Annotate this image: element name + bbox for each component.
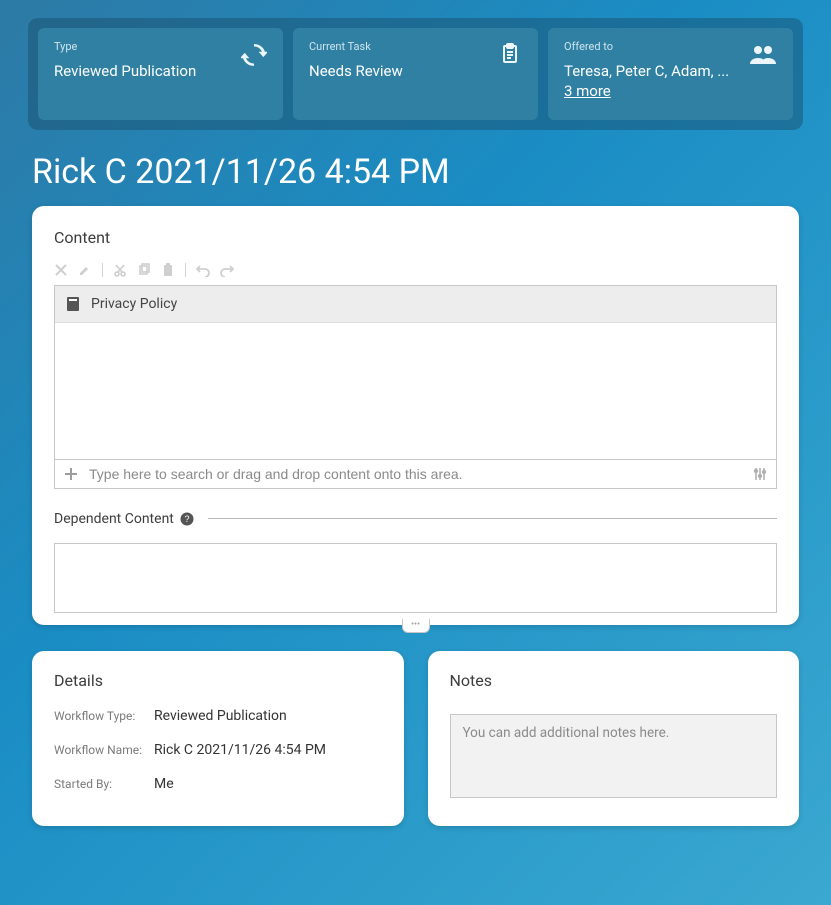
dependent-label: Dependent Content xyxy=(54,511,174,527)
filter-icon[interactable] xyxy=(752,466,768,482)
header-task-value: Needs Review xyxy=(309,61,490,81)
notes-textarea[interactable] xyxy=(450,714,778,798)
undo-icon[interactable] xyxy=(196,263,210,277)
cut-icon[interactable] xyxy=(113,263,127,277)
users-icon xyxy=(749,42,777,102)
detail-label: Started By: xyxy=(54,777,154,791)
document-icon xyxy=(65,296,81,312)
header-task-label: Current Task xyxy=(309,40,490,53)
page-title: Rick C 2021/11/26 4:54 PM xyxy=(32,152,799,192)
paste-icon[interactable] xyxy=(161,263,175,277)
detail-value: Rick C 2021/11/26 4:54 PM xyxy=(154,742,326,758)
offered-more-link[interactable]: 3 more xyxy=(564,82,611,100)
detail-row: Workflow Name: Rick C 2021/11/26 4:54 PM xyxy=(54,742,382,758)
detail-row: Started By: Me xyxy=(54,776,382,792)
details-title: Details xyxy=(54,671,382,690)
header-type-label: Type xyxy=(54,40,233,53)
header-card-type[interactable]: Type Reviewed Publication xyxy=(38,28,283,120)
offered-names: Teresa, Peter C, Adam, ... xyxy=(564,62,729,80)
help-icon[interactable]: ? xyxy=(180,512,194,526)
dependent-content-box[interactable] xyxy=(54,543,777,613)
detail-label: Workflow Type: xyxy=(54,709,154,723)
content-empty-body[interactable] xyxy=(55,323,776,459)
notes-panel: Notes xyxy=(428,651,800,826)
header-offered-value: Teresa, Peter C, Adam, ... 3 more xyxy=(564,61,741,102)
toolbar-separator xyxy=(185,263,186,277)
header-card-task[interactable]: Current Task Needs Review xyxy=(293,28,538,120)
svg-text:?: ? xyxy=(184,514,189,524)
lower-panels: Details Workflow Type: Reviewed Publicat… xyxy=(32,651,799,826)
detail-value: Me xyxy=(154,776,174,792)
content-item-name: Privacy Policy xyxy=(91,296,177,312)
content-section-title: Content xyxy=(54,228,777,247)
edit-icon[interactable] xyxy=(78,263,92,277)
notes-title: Notes xyxy=(450,671,778,690)
redo-icon[interactable] xyxy=(220,263,234,277)
detail-label: Workflow Name: xyxy=(54,743,154,757)
header-offered-label: Offered to xyxy=(564,40,741,53)
clipboard-icon xyxy=(498,42,522,102)
plus-icon[interactable] xyxy=(63,466,79,482)
panel-drag-handle[interactable]: ••• xyxy=(402,619,430,633)
toolbar-separator xyxy=(102,263,103,277)
content-search-input[interactable] xyxy=(89,466,752,482)
copy-icon[interactable] xyxy=(137,263,151,277)
cycle-icon xyxy=(241,42,267,102)
dependent-divider xyxy=(208,518,777,519)
close-icon[interactable] xyxy=(54,263,68,277)
content-search-row xyxy=(55,459,776,488)
detail-row: Workflow Type: Reviewed Publication xyxy=(54,708,382,724)
content-panel: Content Privacy Policy Dep xyxy=(32,206,799,625)
header-type-value: Reviewed Publication xyxy=(54,61,233,81)
content-toolbar xyxy=(54,257,777,285)
details-panel: Details Workflow Type: Reviewed Publicat… xyxy=(32,651,404,826)
dependent-header: Dependent Content ? xyxy=(54,511,777,527)
content-list: Privacy Policy xyxy=(54,285,777,489)
workflow-header: Type Reviewed Publication Current Task N… xyxy=(28,18,803,130)
detail-value: Reviewed Publication xyxy=(154,708,287,724)
content-item-row[interactable]: Privacy Policy xyxy=(55,286,776,323)
header-card-offered[interactable]: Offered to Teresa, Peter C, Adam, ... 3 … xyxy=(548,28,793,120)
